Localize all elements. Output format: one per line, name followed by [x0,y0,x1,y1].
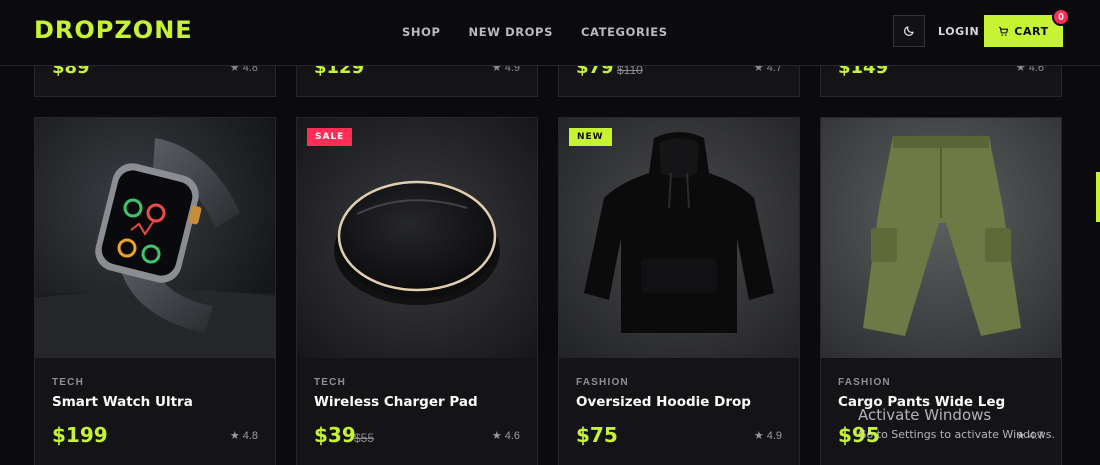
cart-label: CART [1014,24,1049,38]
watermark-title: Activate Windows [858,406,992,424]
product-category: FASHION [838,377,891,388]
product-image-cargo-pants[interactable] [821,118,1061,358]
nav-categories[interactable]: CATEGORIES [581,25,668,39]
star-icon: ★ [491,430,502,442]
cart-button[interactable]: CART [984,15,1063,47]
product-category: TECH [52,377,85,388]
product-name[interactable]: Smart Watch Ultra [52,394,193,410]
product-old-price: $55 [354,431,375,445]
product-price: $199 [52,423,108,447]
product-image-hoodie[interactable] [559,118,799,358]
product-image-wireless-charger[interactable] [297,118,537,358]
star-icon: ★ [229,430,240,442]
product-rating: ★ 4.6 [491,429,520,443]
product-card[interactable]: NEW FASHION Oversized Hoodie Drop $75 ★ … [558,117,800,465]
windows-activation-watermark: Activate Windows Go to Settings to activ… [858,406,1055,441]
product-name[interactable]: Oversized Hoodie Drop [576,394,751,410]
login-link[interactable]: LOGIN [938,25,979,38]
moon-icon [904,26,914,36]
product-category: TECH [314,377,347,388]
logo[interactable]: DROPZONE [34,16,193,44]
theme-toggle-button[interactable] [893,15,925,47]
cart-icon [999,26,1009,36]
product-rating: ★ 4.8 [229,429,258,443]
nav-shop[interactable]: SHOP [402,25,441,39]
product-image-smart-watch[interactable] [35,118,275,358]
main-nav: SHOP NEW DROPS CATEGORIES [402,25,668,39]
product-category: FASHION [576,377,629,388]
watermark-subtitle: Go to Settings to activate Windows. [858,428,1056,441]
nav-new-drops[interactable]: NEW DROPS [469,25,553,39]
product-price: $75 [576,423,618,447]
product-name[interactable]: Wireless Charger Pad [314,394,478,410]
product-price: $39 [314,423,356,447]
cart-count-badge: 0 [1052,8,1070,26]
star-icon: ★ [753,430,764,442]
product-card[interactable]: SALE TECH Wireless Charger Pad $39 $55 ★… [296,117,538,465]
new-badge: NEW [569,128,612,146]
site-header: DROPZONE SHOP NEW DROPS CATEGORIES LOGIN… [0,0,1100,66]
side-scroll-tab[interactable] [1096,172,1100,222]
product-card[interactable]: TECH Smart Watch Ultra $199 ★ 4.8 [34,117,276,465]
sale-badge: SALE [307,128,353,146]
product-rating: ★ 4.9 [753,429,782,443]
